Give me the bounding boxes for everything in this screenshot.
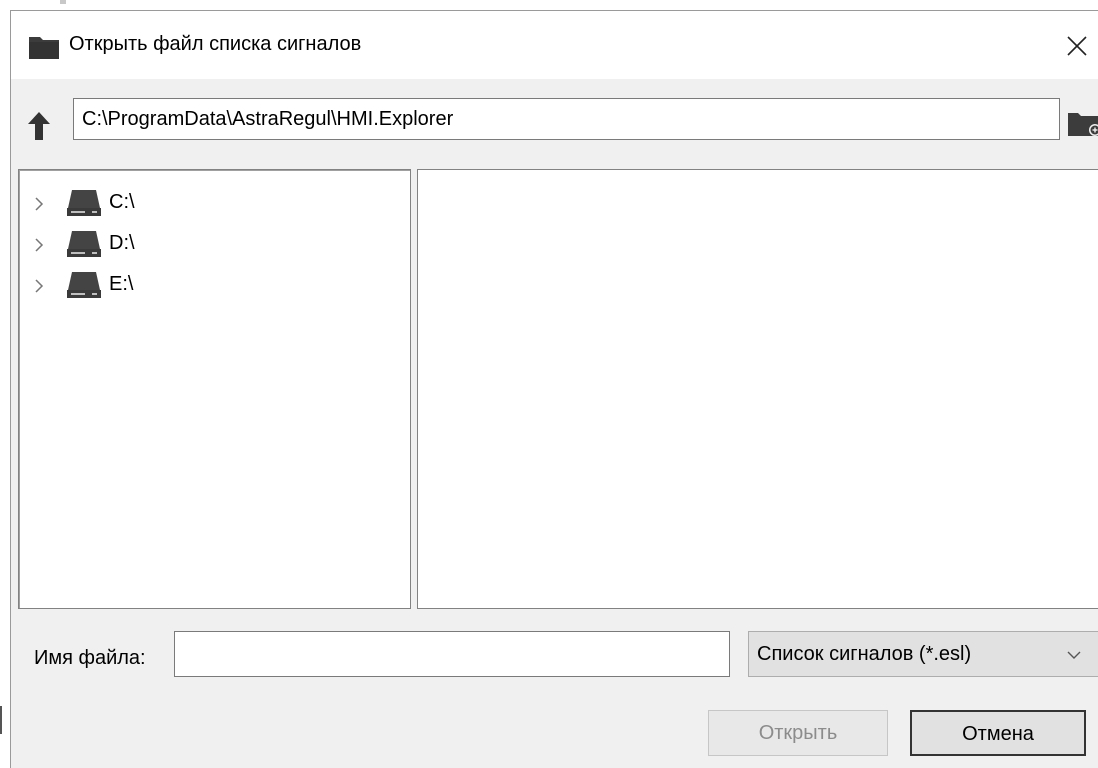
- tree-item-c-drive[interactable]: C:\: [19, 186, 410, 222]
- close-icon: [1067, 36, 1087, 56]
- filename-label: Имя файла:: [34, 647, 146, 669]
- tree-item-label: E:\: [109, 273, 134, 295]
- drive-icon: [67, 272, 101, 298]
- file-list[interactable]: [417, 169, 1098, 609]
- file-type-select[interactable]: Список сигналов (*.esl): [748, 631, 1098, 677]
- tree-item-label: D:\: [109, 232, 135, 254]
- new-folder-icon: [1068, 113, 1098, 136]
- drive-icon: [67, 231, 101, 257]
- new-folder-button[interactable]: [1067, 108, 1098, 138]
- cancel-button[interactable]: Отмена: [910, 710, 1086, 756]
- tree-item-label: C:\: [109, 191, 135, 213]
- screen: Открыть файл списка сигналов C:\ProgramD…: [0, 0, 1098, 768]
- filename-input[interactable]: [174, 631, 730, 677]
- chevron-right-icon[interactable]: [33, 196, 45, 212]
- dialog-title: Открыть файл списка сигналов: [69, 33, 362, 55]
- background-edge-tick: [60, 0, 66, 4]
- chevron-right-icon[interactable]: [33, 278, 45, 294]
- open-file-dialog: Открыть файл списка сигналов C:\ProgramD…: [10, 10, 1098, 768]
- close-button[interactable]: [1058, 25, 1098, 69]
- chevron-right-icon[interactable]: [33, 237, 45, 253]
- chevron-down-icon: [1067, 651, 1081, 659]
- open-button[interactable]: Открыть: [708, 710, 888, 756]
- background-edge-line: [0, 706, 2, 734]
- arrow-up-icon: [28, 112, 50, 140]
- title-bar[interactable]: Открыть файл списка сигналов: [11, 11, 1098, 79]
- background-edge: [0, 0, 10, 768]
- tree-item-e-drive[interactable]: E:\: [19, 268, 410, 304]
- up-folder-button[interactable]: [27, 111, 51, 141]
- path-input[interactable]: [73, 98, 1060, 140]
- drive-icon: [67, 190, 101, 216]
- folder-icon: [29, 37, 59, 59]
- file-type-selected: Список сигналов (*.esl): [757, 643, 972, 665]
- tree-item-d-drive[interactable]: D:\: [19, 227, 410, 263]
- folder-tree[interactable]: C:\ D:\ E:\: [18, 169, 411, 609]
